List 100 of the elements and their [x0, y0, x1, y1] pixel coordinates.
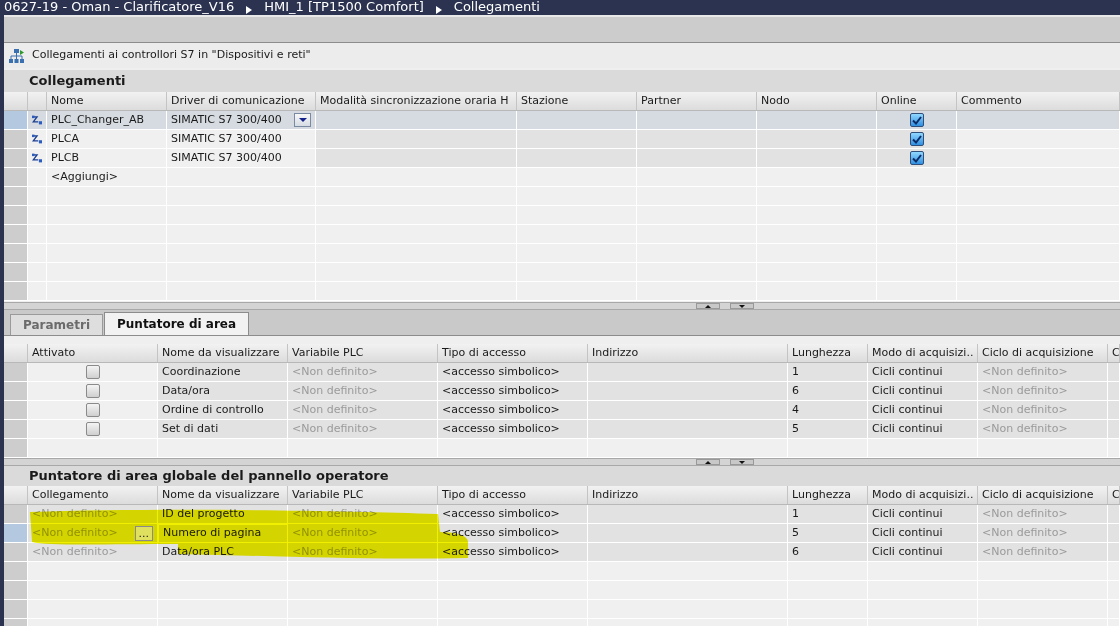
collapse-down-button[interactable]	[730, 459, 754, 465]
column-header[interactable]: Attivato	[28, 344, 158, 362]
breadcrumb-item[interactable]: HMI_1 [TP1500 Comfort]	[264, 0, 424, 14]
table-cell: <accesso simbolico>	[438, 505, 588, 524]
row-header[interactable]	[4, 524, 28, 543]
column-header[interactable]: Modo di acquisizi..	[868, 486, 978, 504]
column-header[interactable]: Modo di acquisizi..	[868, 344, 978, 362]
cell-text: SIMATIC S7 300/400	[171, 130, 282, 147]
table-cell: <accesso simbolico>	[438, 363, 588, 382]
table-cell: <Non definito>	[978, 505, 1108, 524]
breadcrumb-item[interactable]: 0627-19 - Oman - Clarificatore_V16	[4, 0, 235, 14]
row-header[interactable]	[4, 282, 28, 301]
row-header[interactable]	[4, 420, 28, 439]
column-header[interactable]: Tipo di accesso	[438, 486, 588, 504]
column-header[interactable]: Commento	[957, 92, 1120, 110]
row-header[interactable]	[4, 439, 28, 458]
tab[interactable]: Puntatore di area	[104, 312, 250, 335]
row-header[interactable]	[4, 543, 28, 562]
row-header[interactable]	[4, 581, 28, 600]
row-header[interactable]	[4, 505, 28, 524]
column-header[interactable]: Nodo	[757, 92, 877, 110]
collapse-down-button[interactable]	[730, 303, 754, 309]
section-header: Collegamenti	[4, 70, 1120, 92]
caret-icon	[298, 118, 307, 122]
column-header[interactable]: Ciclo di acquisizione	[978, 344, 1108, 362]
column-header[interactable]: Variabile PLC	[288, 344, 438, 362]
table-cell	[1108, 363, 1120, 382]
table-cell: Cicli continui	[868, 524, 978, 543]
breadcrumb-arrow-icon	[435, 6, 442, 14]
checkbox[interactable]	[909, 113, 924, 127]
column-header[interactable]: Collegamento	[28, 486, 158, 504]
column-header[interactable]: Partner	[637, 92, 757, 110]
checkbox[interactable]	[85, 384, 100, 398]
row-header[interactable]	[4, 225, 28, 244]
column-header[interactable]: Stazione	[517, 92, 637, 110]
column-header[interactable]: Lunghezza	[788, 344, 868, 362]
table-cell: Cicli continui	[868, 401, 978, 420]
table-cell: <Non definito>	[978, 543, 1108, 562]
column-header[interactable]: Driver di comunicazione	[167, 92, 316, 110]
row-header[interactable]	[4, 130, 28, 149]
table-cell: 6	[788, 543, 868, 562]
connection-icon	[32, 113, 42, 127]
tab[interactable]: Parametri	[10, 314, 103, 335]
row-header[interactable]	[4, 562, 28, 581]
table-cell	[28, 225, 47, 244]
table-cell: <accesso simbolico>	[438, 382, 588, 401]
column-header[interactable]: Indirizzo	[588, 486, 788, 504]
row-header[interactable]	[4, 168, 28, 187]
row-header[interactable]	[4, 401, 28, 420]
column-header[interactable]: Variabile PLC	[288, 486, 438, 504]
cell-text: SIMATIC S7 300/400	[171, 149, 282, 166]
column-header[interactable]: Nome da visualizzare	[158, 344, 288, 362]
breadcrumb-arrow-icon	[246, 6, 253, 14]
table-cell: Cicli continui	[868, 363, 978, 382]
table-cell	[28, 282, 47, 301]
row-header[interactable]	[4, 244, 28, 263]
row-header[interactable]	[4, 363, 28, 382]
down-arrow-icon	[739, 460, 745, 464]
row-header[interactable]	[4, 111, 28, 130]
column-header[interactable]: Ciclo di acquisizione	[978, 486, 1108, 504]
collapse-up-button[interactable]	[696, 459, 720, 465]
breadcrumb-item[interactable]: Collegamenti	[453, 0, 540, 14]
column-header[interactable]: Online	[877, 92, 957, 110]
checkbox[interactable]	[85, 365, 100, 379]
dropdown-button[interactable]	[294, 113, 311, 127]
row-header[interactable]	[4, 263, 28, 282]
table-cell: <Non definito>	[288, 401, 438, 420]
table-cell: <Non definito>	[978, 382, 1108, 401]
column-header[interactable]: C	[1108, 486, 1120, 504]
table-cell: <accesso simbolico>	[438, 420, 588, 439]
table-cell: <accesso simbolico>	[438, 401, 588, 420]
checkbox[interactable]	[909, 151, 924, 165]
row-header[interactable]	[4, 382, 28, 401]
column-header[interactable]: Tipo di accesso	[438, 344, 588, 362]
column-header[interactable]: C	[1108, 344, 1120, 362]
table-cell	[1108, 562, 1120, 581]
table-cell	[28, 206, 47, 225]
column-header[interactable]: Modalità sincronizzazione oraria H	[316, 92, 517, 110]
row-header[interactable]	[4, 187, 28, 206]
table-cell: 1	[788, 363, 868, 382]
table-cell: <Non definito>	[978, 420, 1108, 439]
table-cell	[1108, 420, 1120, 439]
checkbox[interactable]	[85, 403, 100, 417]
column-header[interactable]: Nome	[47, 92, 167, 110]
table-cell: Set di dati	[158, 420, 288, 439]
checkbox[interactable]	[85, 422, 100, 436]
table-cell	[1108, 401, 1120, 420]
cell-text: SIMATIC S7 300/400	[171, 111, 282, 128]
cell-text: <Non definito>	[32, 524, 118, 541]
column-header[interactable]: Lunghezza	[788, 486, 868, 504]
column-header[interactable]: Nome da visualizzare	[158, 486, 288, 504]
table-cell	[28, 187, 47, 206]
collapse-up-button[interactable]	[696, 303, 720, 309]
checkbox[interactable]	[909, 132, 924, 146]
row-header[interactable]	[4, 206, 28, 225]
row-header[interactable]	[4, 149, 28, 168]
row-header[interactable]	[4, 600, 28, 619]
column-header[interactable]: Indirizzo	[588, 344, 788, 362]
table-cell: 5	[788, 420, 868, 439]
table-cell: <Non definito>	[288, 363, 438, 382]
